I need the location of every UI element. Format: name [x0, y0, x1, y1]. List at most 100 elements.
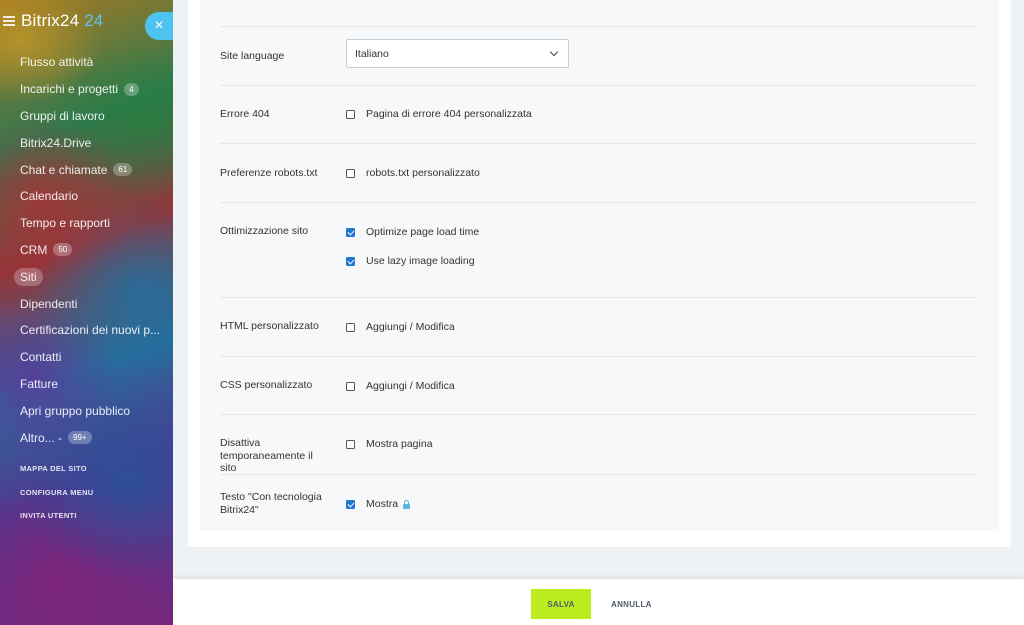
custom-html-option-label: Aggiungi / Modifica [366, 321, 455, 333]
site-language-label: Site language [220, 50, 285, 62]
row-custom-css: CSS personalizzato Aggiungi / Modifica [220, 356, 976, 414]
lazy-loading-option[interactable]: Use lazy image loading [346, 255, 475, 267]
lazy-loading-checkbox[interactable] [346, 256, 355, 266]
error-404-label: Errore 404 [220, 108, 270, 120]
disable-site-label: Disattiva temporaneamente il sito [220, 437, 313, 475]
show-powered-label: Mostra [366, 498, 399, 510]
sidebar-item-label: Fatture [20, 376, 59, 391]
lock-icon [403, 500, 411, 509]
site-language-select[interactable]: Italiano [346, 39, 569, 68]
sidebar-item-label: Gruppi di lavoro [20, 108, 105, 123]
show-page-checkbox[interactable] [346, 439, 355, 449]
custom-css-option-label: Aggiungi / Modifica [366, 380, 455, 392]
sidebar-header: Bitrix24 24 [0, 8, 103, 34]
sidebar-nav: Flusso attività Incarichi e progetti 4 Grup… [0, 49, 173, 451]
disable-site-label-line: temporaneamente il [220, 449, 313, 462]
sidebar-item[interactable]: Apri gruppo pubblico [0, 397, 173, 424]
sidebar-item-label: Chat e chiamate [20, 162, 108, 177]
robots-option[interactable]: robots.txt personalizzato [346, 167, 480, 179]
close-icon[interactable]: × [145, 12, 173, 40]
powered-by-label-line: Testo "Con tecnologia [220, 491, 322, 503]
sidebar-item[interactable]: Siti [0, 263, 173, 290]
sidebar-item-label: Flusso attività [20, 55, 94, 70]
sidebar-item[interactable]: Chat e chiamate 61 [0, 156, 173, 183]
sidebar-item-label: Calendario [20, 189, 79, 204]
sidebar: Bitrix24 24 Flusso attività Incarichi e p… [0, 0, 173, 625]
show-powered-option[interactable]: Mostra [346, 498, 411, 510]
sidebar-item[interactable]: Incarichi e progetti 4 [0, 76, 173, 103]
save-button[interactable]: SALVA [531, 589, 591, 619]
error-404-option[interactable]: Pagina di errore 404 personalizzata [346, 108, 532, 120]
show-page-option[interactable]: Mostra pagina [346, 438, 433, 450]
settings-card: Site language Italiano Errore 404 Pagina… [188, 0, 1011, 547]
row-disable-site: Disattiva temporaneamente il sito Mostra… [220, 414, 976, 474]
custom-html-label: HTML personalizzato [220, 320, 319, 332]
sidebar-item[interactable]: Bitrix24.Drive [0, 129, 173, 156]
custom-css-label: CSS personalizzato [220, 379, 313, 391]
site-map-link[interactable]: MAPPA DEL SITO [20, 463, 94, 487]
show-powered-checkbox[interactable] [346, 499, 355, 509]
row-powered-by: Testo "Con tecnologia Bitrix24" Mostra [220, 474, 976, 531]
chevron-down-icon [549, 47, 559, 57]
logo[interactable]: Bitrix24 [21, 11, 79, 31]
custom-css-option[interactable]: Aggiungi / Modifica [346, 380, 455, 392]
custom-html-checkbox[interactable] [346, 322, 355, 332]
sidebar-item-label: Altro... - [20, 430, 63, 445]
sidebar-item[interactable]: Altro... - 99+ [0, 424, 173, 451]
counter-badge: 50 [53, 243, 73, 257]
sidebar-item[interactable]: Gruppi di lavoro [0, 103, 173, 130]
sidebar-item-label: Certificazioni dei nuovi p... [20, 323, 161, 338]
error-404-checkbox[interactable] [346, 109, 355, 119]
lazy-loading-label: Use lazy image loading [366, 255, 475, 267]
row-robots: Preferenze robots.txt robots.txt persona… [220, 143, 976, 202]
configure-menu-link[interactable]: CONFIGURA MENU [20, 487, 94, 511]
optimization-label: Ottimizzazione sito [220, 225, 309, 237]
footer-bar: SALVA ANNULLA [173, 578, 1024, 625]
sidebar-links: MAPPA DEL SITO CONFIGURA MENU INVITA UTE… [20, 463, 94, 534]
powered-by-label: Testo "Con tecnologia Bitrix24" [220, 491, 322, 516]
invite-users-link[interactable]: INVITA UTENTI [20, 510, 94, 534]
custom-css-checkbox[interactable] [346, 381, 355, 391]
site-language-value: Italiano [355, 47, 389, 60]
optimize-load-option[interactable]: Optimize page load time [346, 226, 479, 238]
robots-checkbox[interactable] [346, 168, 355, 178]
counter-badge: 99+ [68, 431, 92, 445]
logo-number: 24 [84, 11, 104, 30]
sidebar-item-label: Incarichi e progetti [20, 82, 119, 97]
sidebar-item[interactable]: Tempo e rapporti [0, 210, 173, 237]
cancel-button[interactable]: ANNULLA [605, 589, 658, 619]
sidebar-item-label: Dipendenti [20, 296, 78, 311]
disable-site-label-line: Disattiva [220, 437, 261, 449]
row-site-language: Site language Italiano [220, 27, 976, 85]
sidebar-item[interactable]: Flusso attività [0, 49, 173, 76]
row-error-404: Errore 404 Pagina di errore 404 personal… [220, 85, 976, 143]
sidebar-item-label: Apri gruppo pubblico [20, 403, 131, 418]
row-optimization: Ottimizzazione sito Optimize page load t… [220, 202, 976, 297]
sidebar-item-label: CRM [20, 242, 48, 257]
sidebar-item[interactable]: Certificazioni dei nuovi p... [0, 317, 173, 344]
sidebar-item[interactable]: Dipendenti [0, 290, 173, 317]
robots-label: Preferenze robots.txt [220, 167, 318, 179]
optimize-load-checkbox[interactable] [346, 227, 355, 237]
sidebar-item[interactable]: Calendario [0, 183, 173, 210]
sidebar-item-label: Tempo e rapporti [20, 216, 111, 231]
sidebar-item[interactable]: Fatture [0, 371, 173, 398]
sidebar-item-label: Contatti [20, 350, 62, 365]
show-page-label: Mostra pagina [366, 438, 433, 450]
error-404-option-label: Pagina di errore 404 personalizzata [366, 108, 532, 120]
custom-html-option[interactable]: Aggiungi / Modifica [346, 321, 455, 333]
disable-site-label-line: sito [220, 462, 237, 474]
settings-form: Site language Italiano Errore 404 Pagina… [200, 0, 999, 531]
sidebar-item-label: Bitrix24.Drive [20, 135, 92, 150]
optimize-load-label: Optimize page load time [366, 226, 480, 238]
row-custom-html: HTML personalizzato Aggiungi / Modifica [220, 297, 976, 356]
powered-by-label-line: Bitrix24" [220, 503, 259, 516]
counter-badge: 4 [124, 82, 139, 96]
sidebar-item[interactable]: Contatti [0, 344, 173, 371]
robots-option-label: robots.txt personalizzato [366, 167, 480, 179]
counter-badge: 61 [113, 163, 133, 177]
sidebar-item-label: Siti [14, 267, 43, 286]
sidebar-item[interactable]: CRM 50 [0, 237, 173, 264]
menu-icon[interactable] [3, 16, 15, 26]
settings-panel: Site language Italiano Errore 404 Pagina… [173, 0, 1024, 578]
